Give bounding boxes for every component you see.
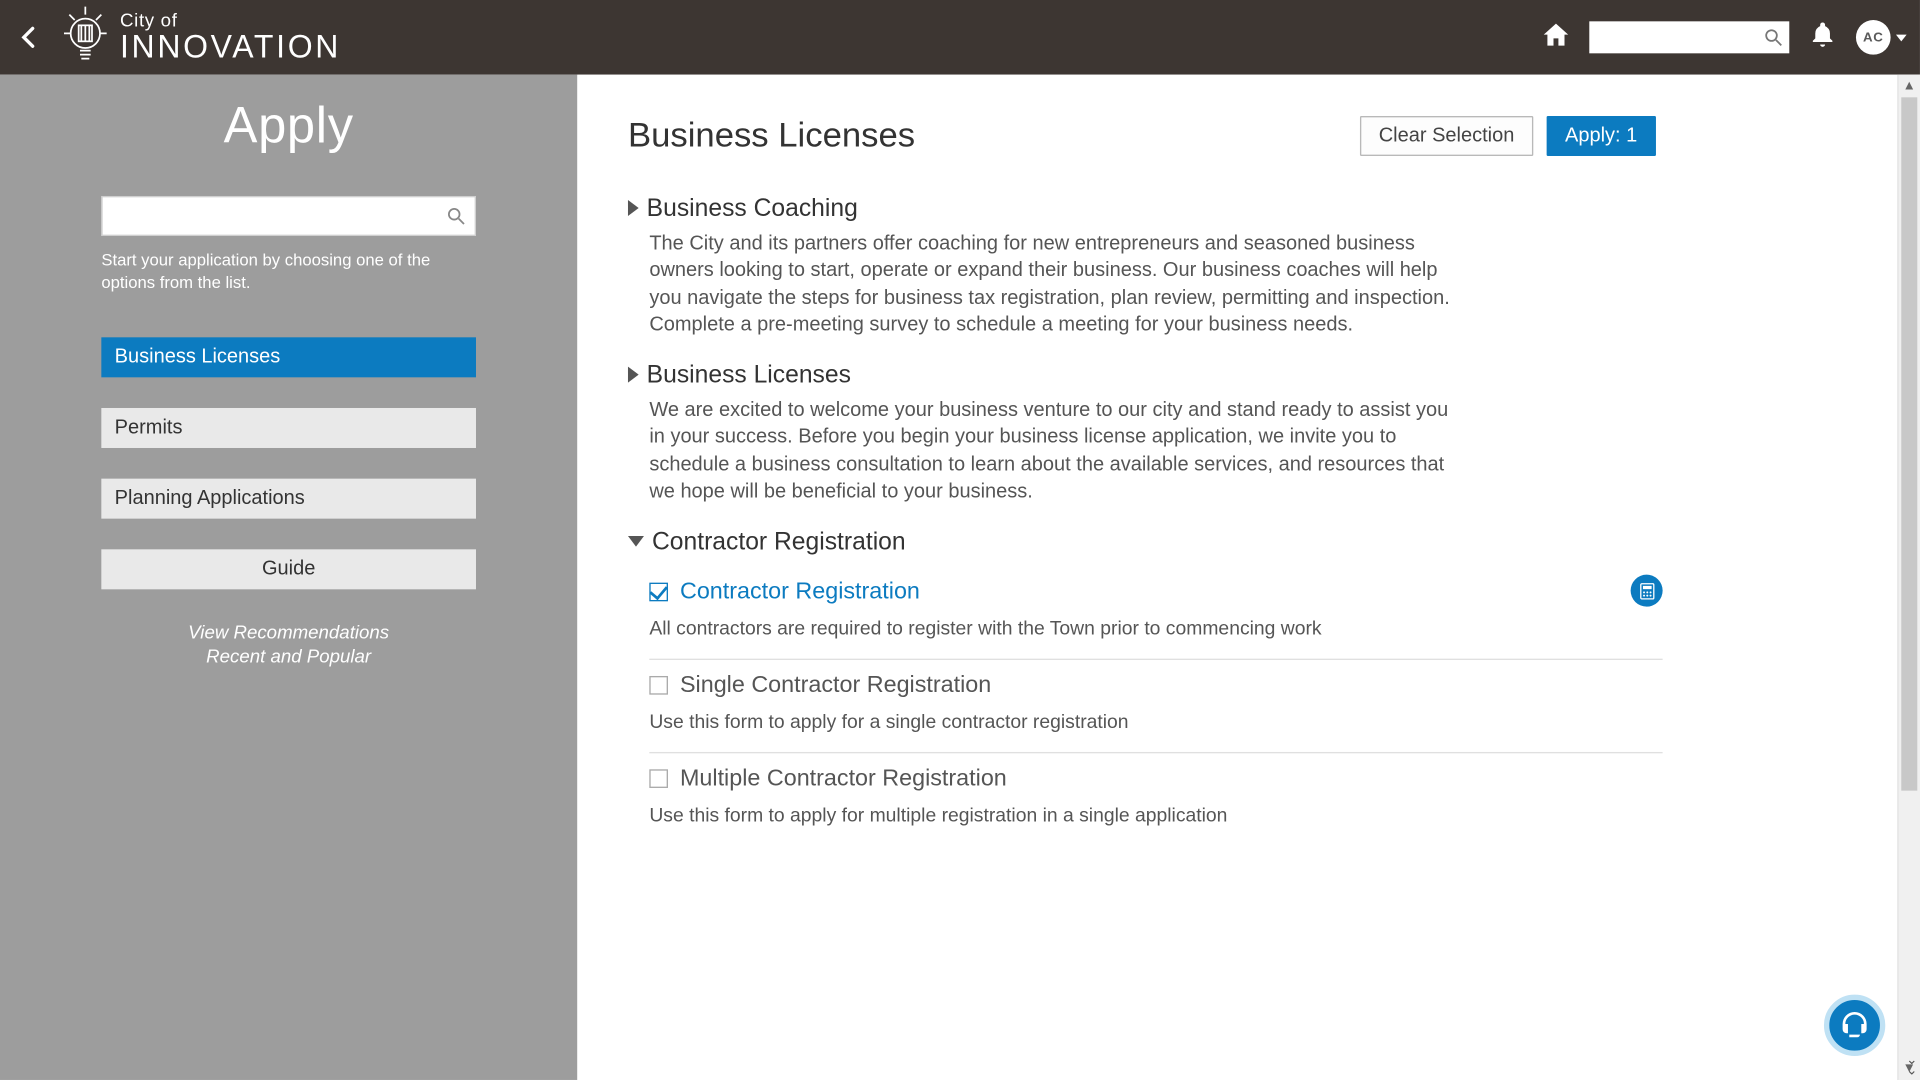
sidebar-title: Apply bbox=[0, 99, 577, 156]
checkbox[interactable] bbox=[649, 675, 668, 694]
checkbox[interactable] bbox=[649, 769, 668, 788]
section-business-licenses: Business Licenses We are excited to welc… bbox=[628, 360, 1869, 505]
section-title: Business Coaching bbox=[647, 193, 858, 222]
apply-button[interactable]: Apply: 1 bbox=[1546, 115, 1656, 155]
option-single-contractor-registration: Single Contractor Registration Use this … bbox=[649, 660, 1662, 753]
logo-text-top: City of bbox=[120, 11, 341, 30]
section-toggle[interactable]: Business Coaching bbox=[628, 193, 1869, 222]
option-title: Multiple Contractor Registration bbox=[680, 764, 1007, 792]
main-content: Business Licenses Clear Selection Apply:… bbox=[577, 75, 1920, 1080]
global-search[interactable] bbox=[1589, 21, 1789, 53]
triangle-right-icon bbox=[628, 200, 639, 216]
user-menu[interactable]: AC bbox=[1856, 20, 1907, 55]
section-title: Contractor Registration bbox=[652, 527, 906, 556]
headset-icon bbox=[1839, 1009, 1871, 1041]
resize-handle-icon: ⌄⌄ bbox=[1906, 1056, 1917, 1077]
sidebar-search-input[interactable] bbox=[101, 196, 476, 236]
sidebar-item-business-licenses[interactable]: Business Licenses bbox=[101, 337, 476, 377]
section-toggle[interactable]: Contractor Registration bbox=[628, 527, 1869, 556]
section-title: Business Licenses bbox=[647, 360, 851, 389]
lightbulb-icon bbox=[59, 3, 112, 71]
sidebar-item-planning-applications[interactable]: Planning Applications bbox=[101, 478, 476, 518]
logo[interactable]: City of INNOVATION bbox=[59, 3, 341, 71]
option-description: Use this form to apply for a single cont… bbox=[649, 712, 1662, 733]
fee-estimator-button[interactable] bbox=[1631, 575, 1663, 607]
clear-selection-button[interactable]: Clear Selection bbox=[1360, 115, 1533, 155]
logo-text-bottom: INNOVATION bbox=[120, 32, 341, 64]
avatar: AC bbox=[1856, 20, 1891, 55]
page-title: Business Licenses bbox=[628, 115, 915, 156]
scroll-thumb[interactable] bbox=[1901, 97, 1917, 790]
vertical-scrollbar[interactable]: ▲ ▼ bbox=[1897, 75, 1920, 1080]
section-description: We are excited to welcome your business … bbox=[649, 397, 1462, 505]
global-search-input[interactable] bbox=[1589, 21, 1789, 53]
section-description: The City and its partners offer coaching… bbox=[649, 231, 1462, 339]
sidebar-item-permits[interactable]: Permits bbox=[101, 408, 476, 448]
option-title: Contractor Registration bbox=[680, 577, 920, 605]
checkbox[interactable] bbox=[649, 582, 668, 601]
back-button[interactable] bbox=[11, 19, 48, 56]
top-bar: City of INNOVATION AC bbox=[0, 0, 1920, 75]
sidebar: Apply Start your application by choosing… bbox=[0, 75, 577, 1080]
option-title: Single Contractor Registration bbox=[680, 671, 991, 699]
triangle-right-icon bbox=[628, 367, 639, 383]
sidebar-help-text: Start your application by choosing one o… bbox=[101, 249, 476, 294]
option-description: All contractors are required to register… bbox=[649, 619, 1662, 640]
scroll-up-icon[interactable]: ▲ bbox=[1899, 75, 1920, 98]
search-icon bbox=[1763, 27, 1784, 48]
search-icon bbox=[445, 205, 466, 226]
sidebar-search[interactable] bbox=[101, 196, 476, 236]
option-description: Use this form to apply for multiple regi… bbox=[649, 805, 1662, 826]
chevron-left-icon bbox=[16, 24, 43, 51]
option-contractor-registration: Contractor Registration All contractors … bbox=[649, 567, 1662, 660]
option-multiple-contractor-registration: Multiple Contractor Registration Use thi… bbox=[649, 753, 1662, 845]
calculator-icon bbox=[1638, 582, 1655, 599]
chat-help-button[interactable] bbox=[1824, 995, 1885, 1056]
triangle-down-icon bbox=[628, 536, 644, 547]
home-icon[interactable] bbox=[1541, 19, 1570, 55]
sidebar-recommendations-link[interactable]: View RecommendationsRecent and Popular bbox=[101, 620, 476, 668]
sidebar-item-guide[interactable]: Guide bbox=[101, 549, 476, 589]
chevron-down-icon bbox=[1896, 34, 1907, 41]
section-toggle[interactable]: Business Licenses bbox=[628, 360, 1869, 389]
notifications-icon[interactable] bbox=[1808, 19, 1837, 55]
section-business-coaching: Business Coaching The City and its partn… bbox=[628, 193, 1869, 338]
section-contractor-registration: Contractor Registration Contractor Regis… bbox=[628, 527, 1869, 846]
